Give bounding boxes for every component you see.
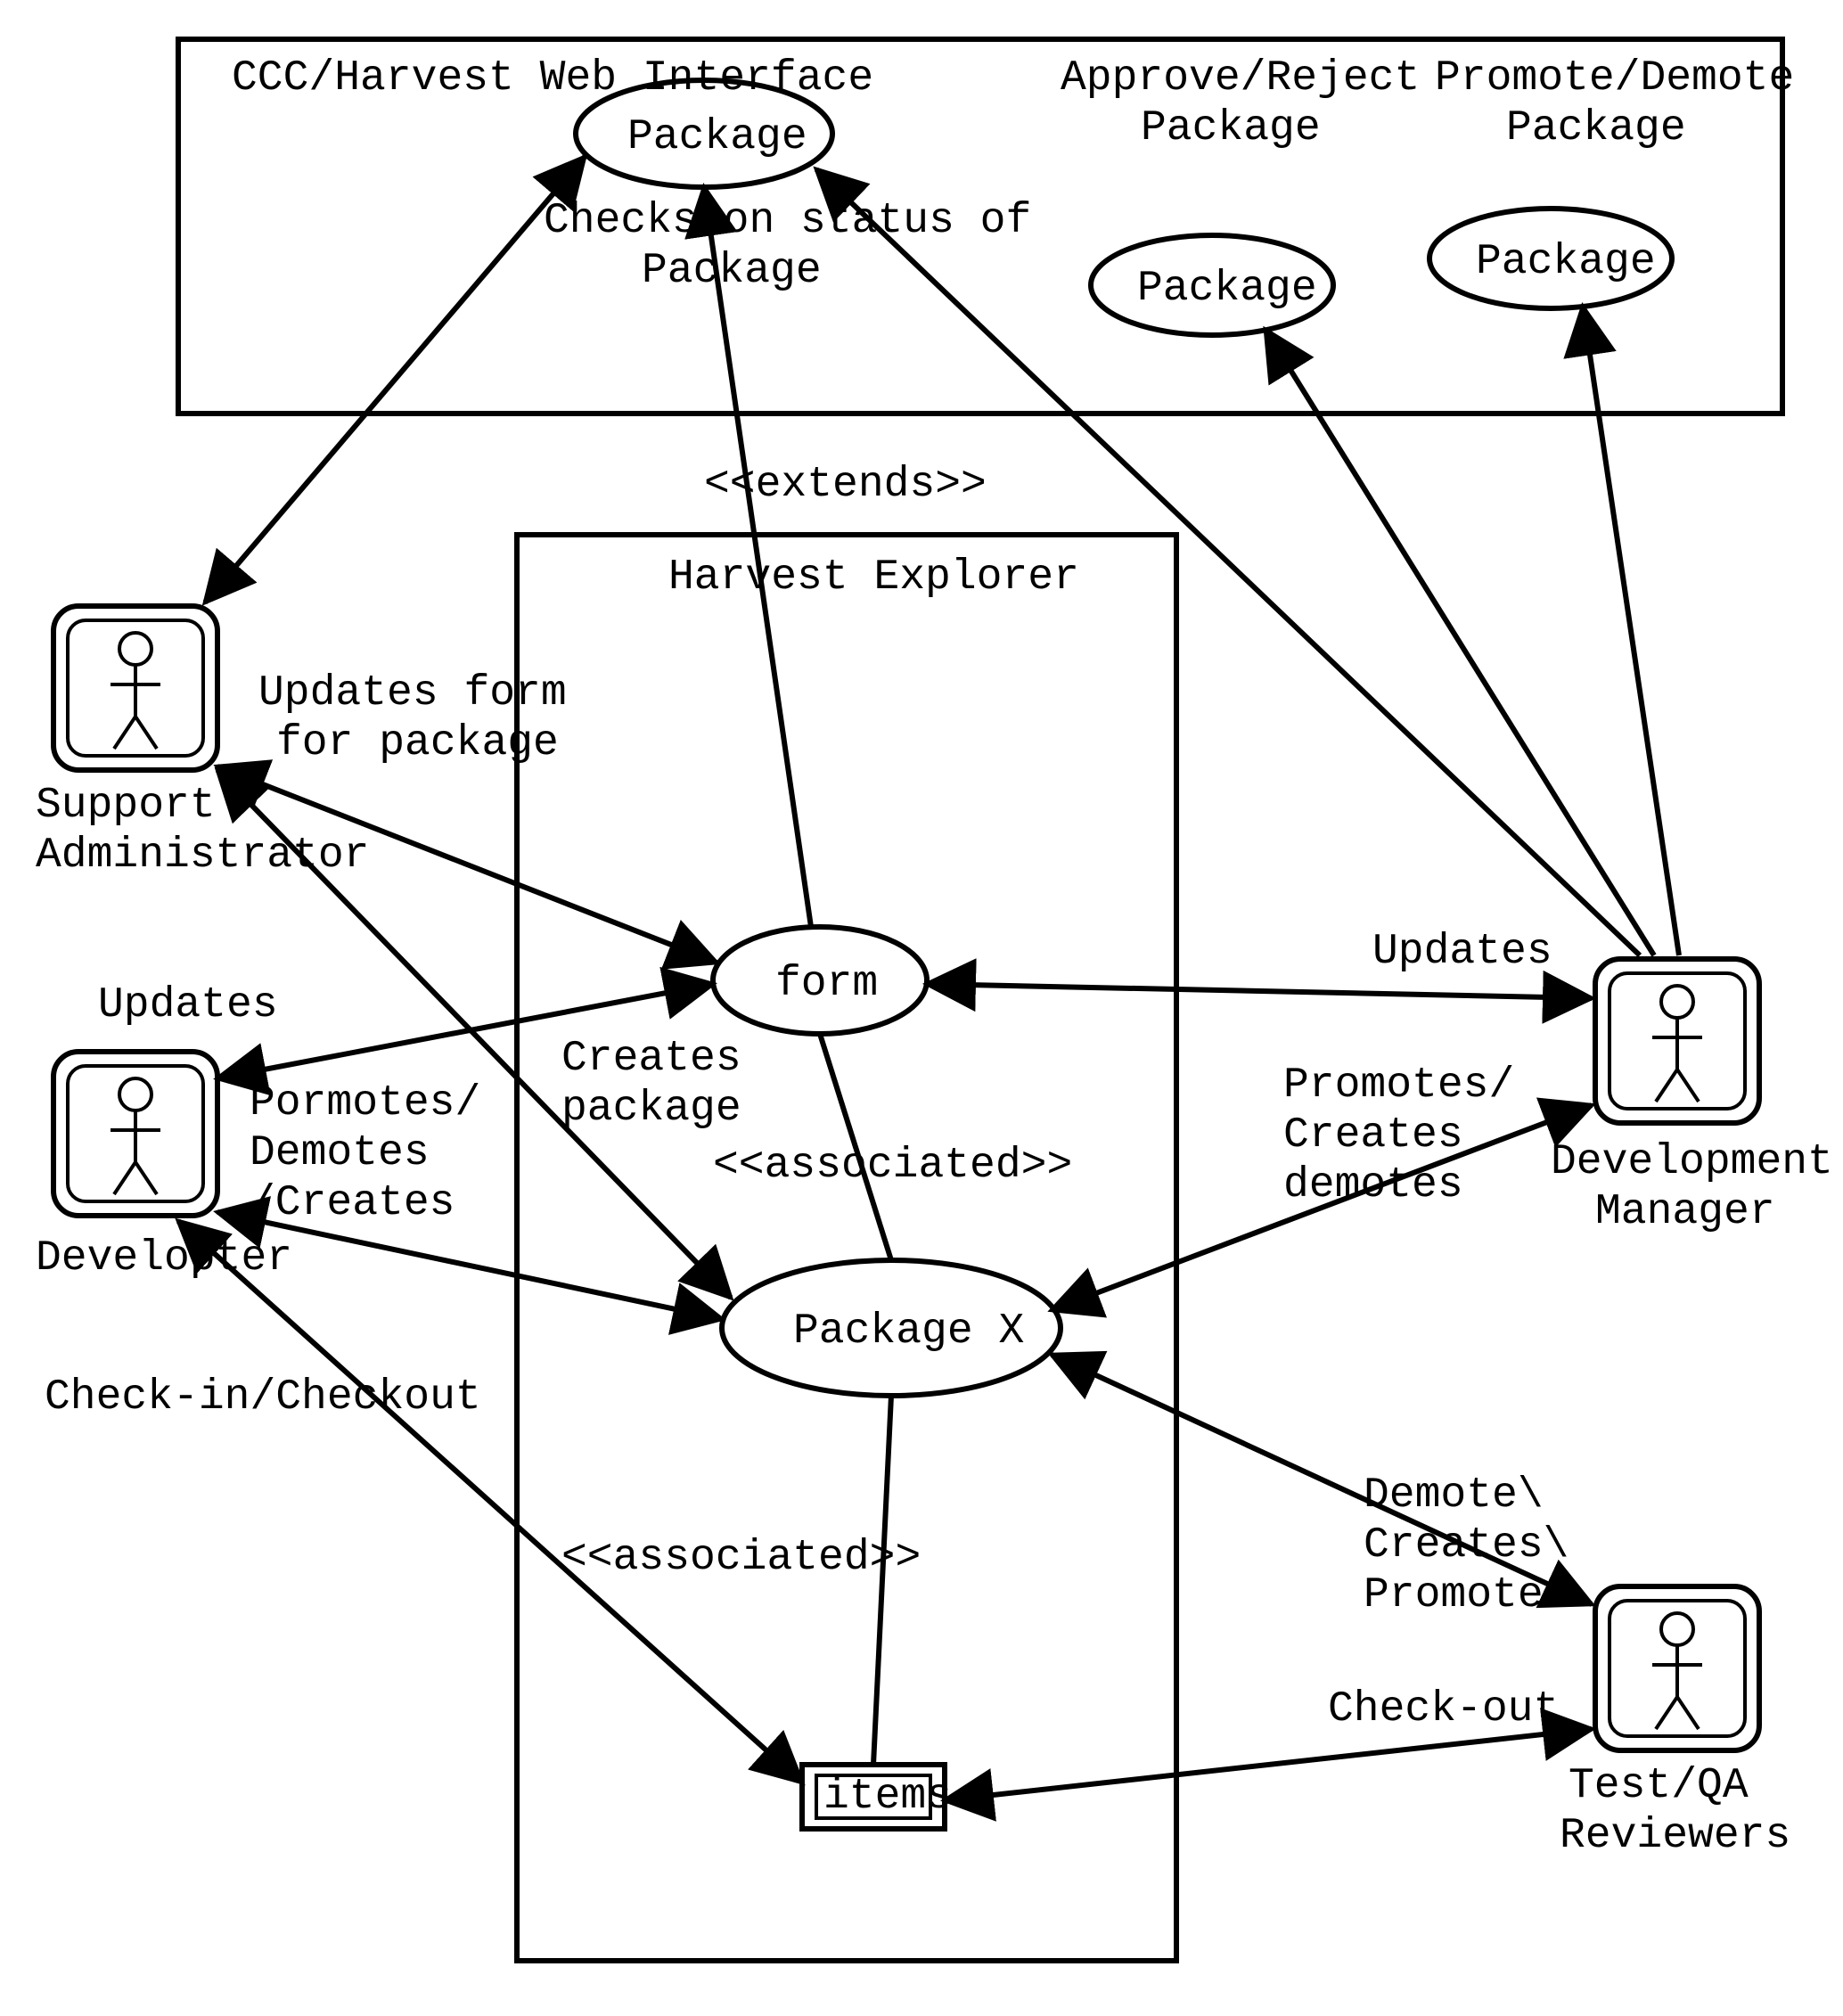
edge-mgr-pkgx-l3: demotes	[1283, 1161, 1463, 1209]
edge-mgr-form	[927, 984, 1592, 998]
usecase-promote-demote-label: Package	[1476, 238, 1656, 286]
promote-demote-head1: Promote/Demote	[1435, 54, 1794, 102]
actor-support-admin	[53, 606, 217, 770]
actor-tester-l1: Test/QA	[1569, 1762, 1749, 1810]
edge-tester-pkgx-l3: Promotes	[1364, 1571, 1569, 1619]
edge-assoc-label1: <<associated>>	[713, 1142, 1072, 1190]
usecase-package-status-label: Package	[627, 113, 807, 161]
edge-dev-form-label: Updates	[98, 981, 278, 1029]
person-icon	[119, 1078, 152, 1110]
edge-dev-items	[178, 1221, 802, 1782]
edge-tester-pkgx-l2: Creates\	[1364, 1521, 1569, 1569]
class-items-label: items	[823, 1773, 952, 1821]
edge-dev-items-label: Check-in/Checkout	[45, 1373, 481, 1422]
actor-developer-label: Developter	[36, 1234, 292, 1283]
edge-dev-pkgx-l3: /Creates	[250, 1179, 455, 1227]
edge-assoc-label2: <<associated>>	[561, 1534, 921, 1582]
edge-mgr-form-label: Updates	[1372, 928, 1552, 976]
usecase-form-label: form	[775, 960, 878, 1008]
usecase-package-x-label: Package X	[793, 1307, 1024, 1356]
edge-support-form-l1: Updates form	[258, 669, 567, 717]
actor-dev-manager	[1595, 959, 1759, 1123]
edge-mgr-pkgx-l2: Creates	[1283, 1111, 1463, 1160]
approve-reject-head2: Package	[1141, 104, 1321, 152]
edge-mgr-pkgx-l1: Promotes/	[1283, 1061, 1514, 1110]
actor-dev-manager-l2: Manager	[1595, 1188, 1775, 1236]
person-icon	[119, 633, 152, 665]
edge-support-form-l2: for package	[276, 719, 559, 767]
actor-tester	[1595, 1586, 1759, 1750]
edge-mgr-promote	[1583, 307, 1679, 955]
usecase-package-status-sub2: Package	[642, 247, 822, 295]
edge-creates-pkg-l2: package	[561, 1085, 741, 1133]
edge-tester-pkgx-l1: Demote\	[1364, 1471, 1544, 1520]
usecase-approve-reject-label: Package	[1137, 265, 1317, 313]
actor-developer	[53, 1052, 217, 1216]
harvest-explorer-box	[517, 535, 1176, 1961]
edge-dev-pkgx-l1: Pormotes/	[250, 1079, 480, 1127]
actor-dev-manager-l1: Development	[1551, 1138, 1833, 1186]
edge-tester-items	[945, 1729, 1592, 1800]
edge-dev-pkgx	[217, 1212, 722, 1319]
promote-demote-head2: Package	[1506, 104, 1686, 152]
person-icon	[1661, 1613, 1693, 1645]
diagram-canvas: CCC/Harvest Web Interface Package Checks…	[0, 0, 1843, 2016]
actor-tester-l2: Reviewers	[1560, 1812, 1790, 1860]
person-icon	[1661, 986, 1693, 1018]
usecase-package-status-sub1: Checks on status of	[544, 197, 1031, 245]
edge-mgr-approve	[1266, 330, 1654, 955]
edge-tester-items-label: Check-out	[1328, 1685, 1559, 1733]
harvest-explorer-title: Harvest Explorer	[668, 553, 1079, 602]
edge-creates-pkg-l1: Creates	[561, 1035, 741, 1083]
approve-reject-head1: Approve/Reject	[1061, 54, 1420, 102]
edge-dev-pkgx-l2: Demotes	[250, 1129, 430, 1177]
web-interface-title: CCC/Harvest Web Interface	[232, 54, 873, 102]
actor-support-admin-l1: Support	[36, 782, 216, 830]
